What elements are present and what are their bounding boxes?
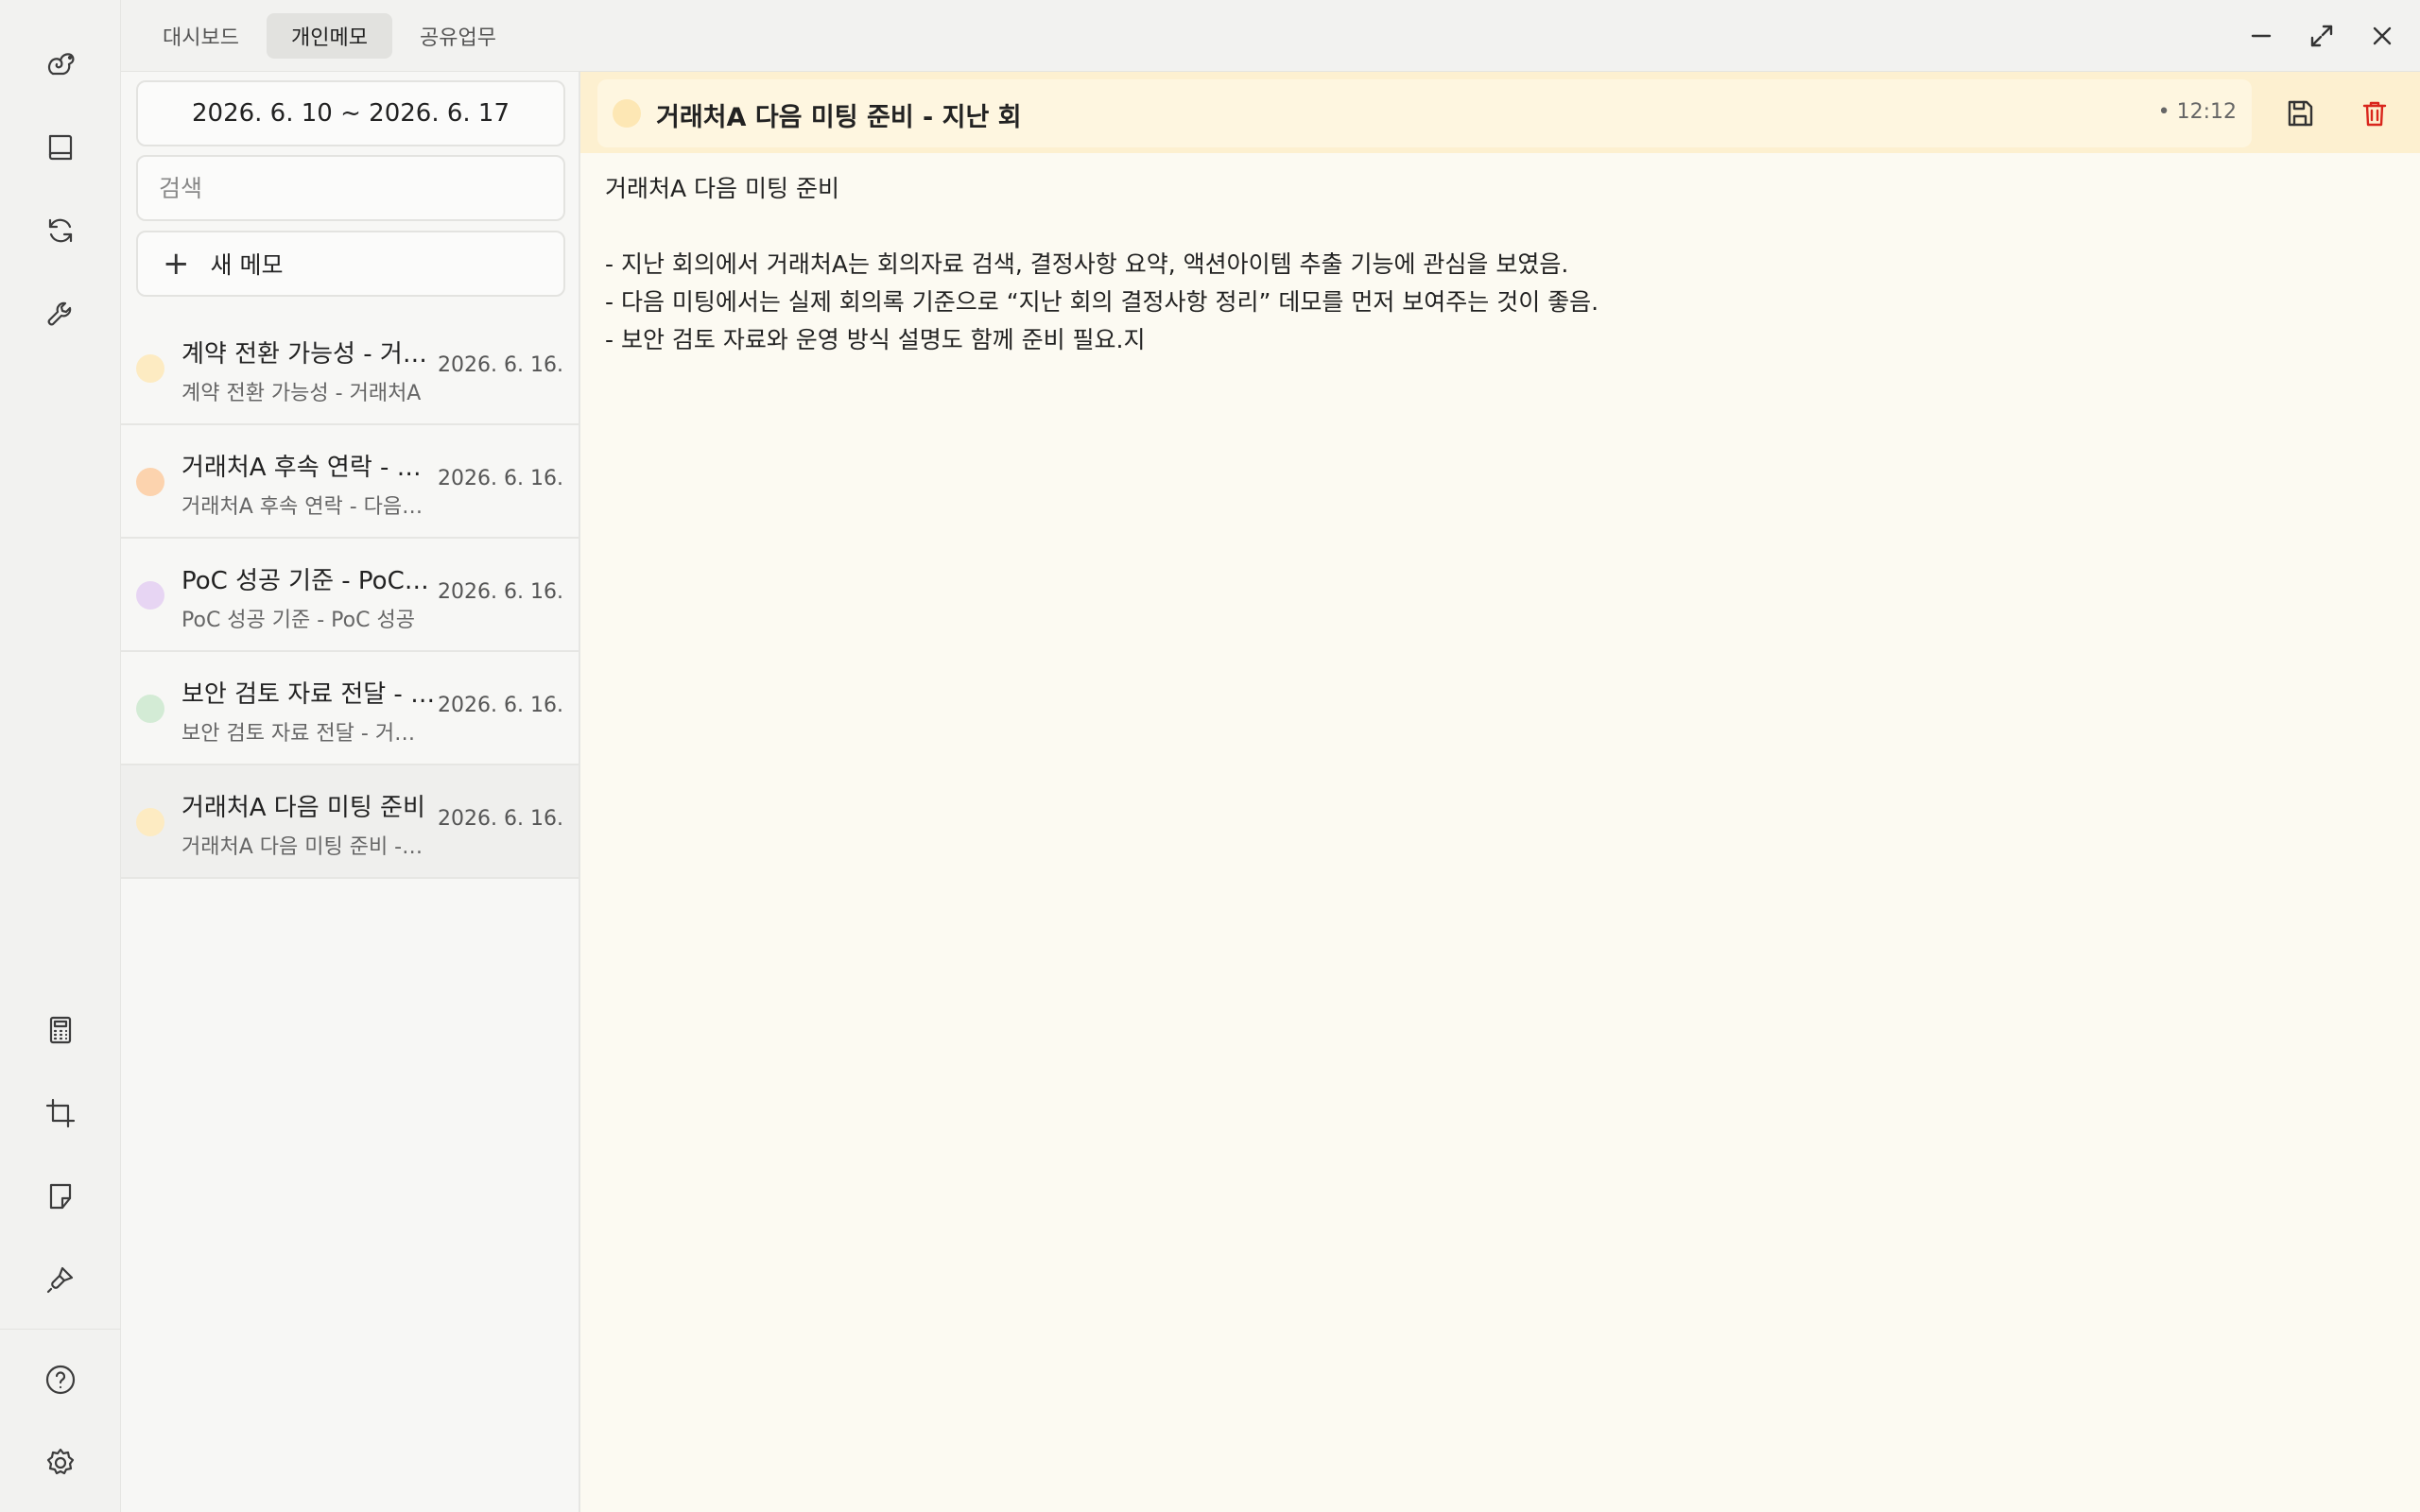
editor-title[interactable]: 거래처A 다음 미팅 준비 - 지난 회 [656, 96, 1022, 133]
memo-list-item-selected[interactable]: 거래처A 다음 미팅 준비 거래처A 다음 미팅 준비 - 지난 2026. 6… [121, 765, 579, 879]
memo-preview: 계약 전환 가능성 - 거래처A [182, 382, 422, 405]
memo-list-item[interactable]: 계약 전환 가능성 - 거래처A 계약 전환 가능성 - 거래처A 2026. … [121, 312, 579, 425]
icon-rail [0, 0, 121, 1512]
book-icon[interactable] [34, 121, 87, 174]
close-icon[interactable] [2361, 15, 2403, 57]
memo-date: 2026. 6. 16. [438, 807, 563, 831]
new-memo-button[interactable]: + 새 메모 [136, 231, 565, 297]
editor-title-bar[interactable]: 거래처A 다음 미팅 준비 - 지난 회 • 12:12 [597, 79, 2252, 147]
memo-date: 2026. 6. 16. [438, 353, 563, 377]
memo-preview: 보안 검토 자료 전달 - 거래처 [182, 722, 427, 746]
memo-preview: PoC 성공 기준 - PoC 성공 [182, 609, 415, 632]
memo-title: PoC 성공 기준 - PoC 성공 [182, 567, 437, 595]
minimize-icon[interactable] [2240, 15, 2282, 57]
new-memo-label: 새 메모 [210, 251, 284, 279]
squirrel-logo-icon[interactable] [34, 38, 87, 91]
brush-icon[interactable] [34, 1253, 87, 1306]
memo-color-picker[interactable] [613, 99, 641, 128]
wrench-icon[interactable] [34, 287, 87, 340]
tab-personal-memo[interactable]: 개인메모 [267, 13, 392, 59]
memo-title: 거래처A 다음 미팅 준비 [182, 794, 425, 822]
rail-divider [0, 1329, 121, 1330]
tab-shared-tasks[interactable]: 공유업무 [395, 13, 521, 59]
memo-date: 2026. 6. 16. [438, 580, 563, 604]
editor-header: 거래처A 다음 미팅 준비 - 지난 회 • 12:12 [580, 72, 2420, 153]
sync-icon[interactable] [34, 204, 87, 257]
memo-body-text[interactable]: 거래처A 다음 미팅 준비 - 지난 회의에서 거래처A는 회의자료 검색, 결… [605, 170, 2382, 359]
note-icon[interactable] [34, 1170, 87, 1223]
maximize-icon[interactable] [2301, 15, 2342, 57]
memo-list-item[interactable]: PoC 성공 기준 - PoC 성공 PoC 성공 기준 - PoC 성공 20… [121, 539, 579, 652]
delete-icon[interactable] [2351, 90, 2398, 137]
calculator-icon[interactable] [34, 1004, 87, 1057]
help-icon[interactable] [34, 1353, 87, 1406]
memo-date: 2026. 6. 16. [438, 694, 563, 717]
memo-title: 거래처A 후속 연락 - 다음 [182, 454, 437, 482]
save-icon[interactable] [2276, 90, 2324, 137]
memo-color-dot [136, 808, 164, 836]
memo-list-item[interactable]: 거래처A 후속 연락 - 다음 거래처A 후속 연락 - 다음 미팅 2026.… [121, 425, 579, 539]
memo-title: 계약 전환 가능성 - 거래처A [182, 340, 437, 369]
memo-list-panel: 2026. 6. 10 ~ 2026. 6. 17 + 새 메모 계약 전환 가… [121, 72, 580, 1512]
top-bar: 대시보드 개인메모 공유업무 [121, 0, 2420, 72]
memo-color-dot [136, 354, 164, 383]
crop-icon[interactable] [34, 1087, 87, 1140]
settings-icon[interactable] [34, 1436, 87, 1489]
saved-time: • 12:12 [2157, 100, 2237, 124]
memo-color-dot [136, 581, 164, 610]
date-range-picker[interactable]: 2026. 6. 10 ~ 2026. 6. 17 [136, 80, 565, 146]
memo-preview: 거래처A 다음 미팅 준비 - 지난 [182, 835, 427, 859]
memo-editor: 거래처A 다음 미팅 준비 - 지난 회 • 12:12 거래처A 다음 미팅 … [580, 72, 2420, 1512]
memo-list-item[interactable]: 보안 검토 자료 전달 - 거래처 보안 검토 자료 전달 - 거래처 2026… [121, 652, 579, 765]
memo-title: 보안 검토 자료 전달 - 거래처 [182, 680, 437, 709]
plus-icon: + [163, 245, 190, 283]
memo-date: 2026. 6. 16. [438, 467, 563, 490]
memo-color-dot [136, 695, 164, 723]
memo-preview: 거래처A 후속 연락 - 다음 미팅 [182, 495, 427, 519]
tab-dashboard[interactable]: 대시보드 [138, 13, 264, 59]
memo-color-dot [136, 468, 164, 496]
search-input[interactable] [136, 155, 565, 221]
